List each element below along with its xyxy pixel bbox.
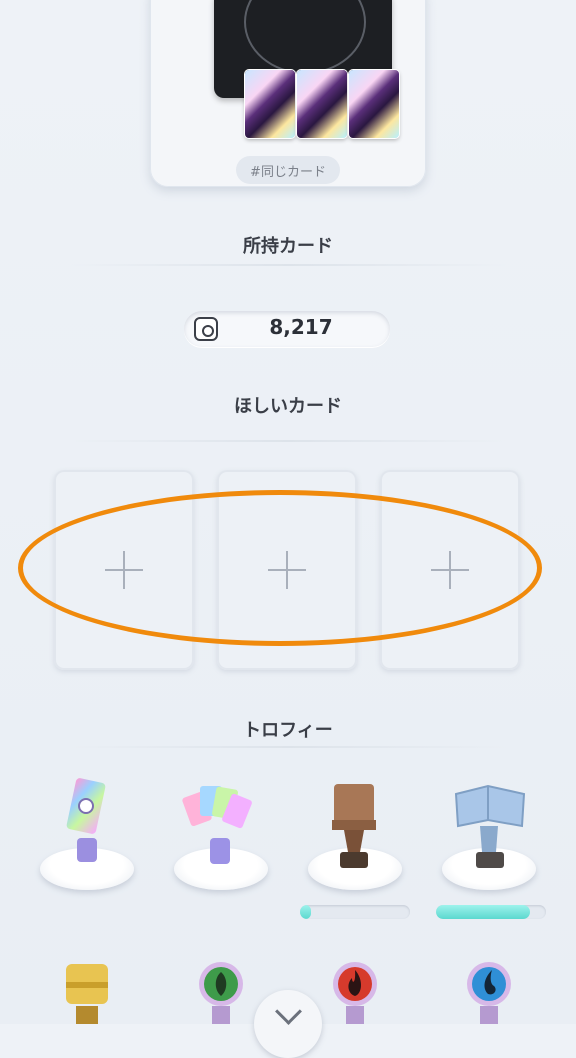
owned-count-value: 8,217 (269, 315, 333, 339)
bronze-box-trophy-icon[interactable] (322, 780, 386, 874)
highlight-annotation (18, 490, 542, 646)
gold-box-trophy-icon[interactable] (60, 960, 114, 1024)
fire-type-trophy-icon[interactable] (328, 960, 382, 1024)
card-thumbnail (297, 70, 347, 138)
card-fan-trophy-icon[interactable] (182, 780, 258, 870)
same-card-tag: #同じカード (236, 156, 340, 184)
trophy-progress-bar (300, 905, 410, 919)
pack-trophy-icon[interactable] (55, 772, 119, 868)
owned-cards-title: 所持カード (243, 236, 333, 257)
divider (70, 264, 506, 266)
card-box-icon (194, 317, 218, 341)
grass-type-trophy-icon[interactable] (194, 960, 248, 1024)
card-thumbnail (245, 70, 295, 138)
trophy-progress-bar (436, 905, 546, 919)
wishlist-title: ほしいカード (234, 396, 342, 417)
water-type-trophy-icon[interactable] (462, 960, 516, 1024)
divider (70, 440, 506, 442)
divider (70, 746, 506, 748)
card-thumbnail (349, 70, 399, 138)
silver-book-trophy-icon[interactable] (452, 780, 528, 874)
trophies-title: トロフィー (243, 720, 333, 741)
chevron-down-icon[interactable] (254, 990, 322, 1058)
